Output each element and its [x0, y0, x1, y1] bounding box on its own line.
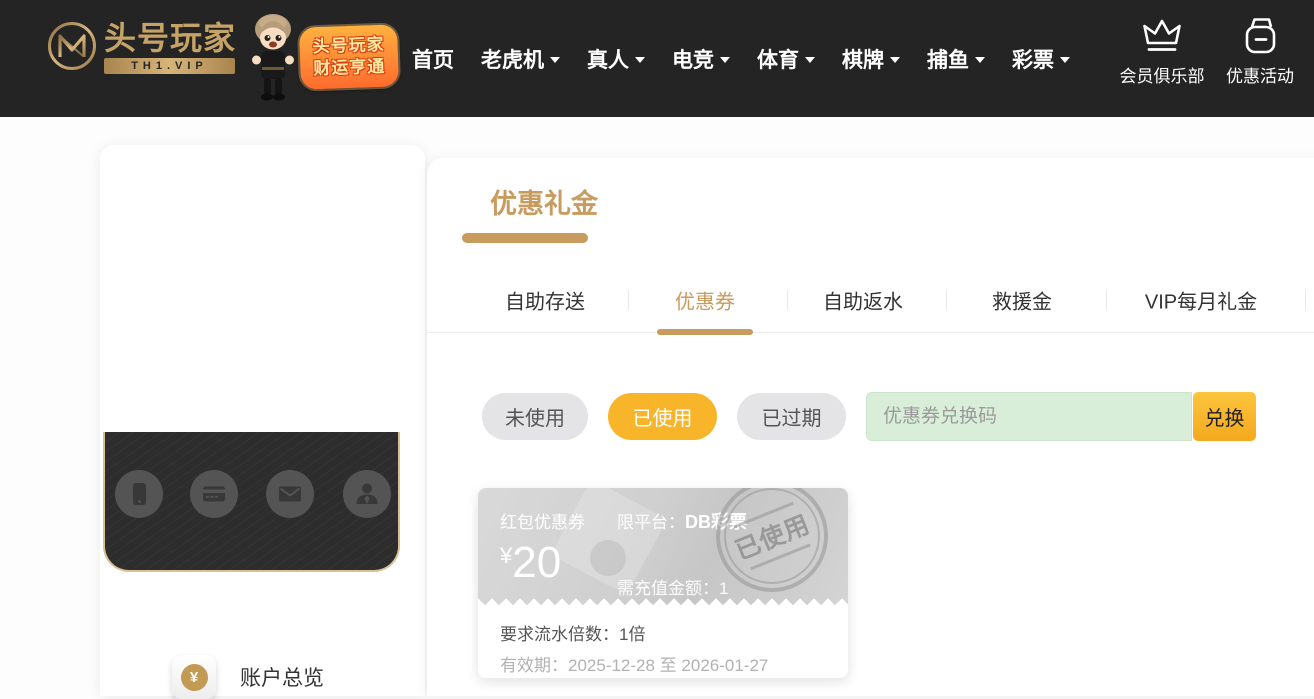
chevron-down-icon	[805, 56, 815, 63]
brand-emblem-icon	[48, 22, 96, 70]
bank-card-icon[interactable]	[190, 470, 238, 518]
brand-logo[interactable]: 头号玩家 TH1.VIP	[104, 21, 235, 74]
red-envelope-icon	[1239, 13, 1281, 57]
filter-unused-button[interactable]: 未使用	[482, 393, 588, 440]
chevron-down-icon	[890, 56, 900, 63]
tab-self-deposit[interactable]: 自助存送	[505, 286, 585, 315]
brand-title: 头号玩家	[104, 20, 237, 56]
mail-icon[interactable]	[266, 470, 314, 518]
menu-item-slots[interactable]: 老虎机	[481, 44, 560, 74]
chevron-down-icon	[550, 56, 560, 63]
top-navbar: 头号玩家 TH1.VIP 头号玩家 财运亨通 首页 老虎机 真人 电竞 体育 棋…	[0, 0, 1314, 117]
chevron-down-icon	[975, 56, 985, 63]
coupon-name: 红包优惠券	[500, 513, 585, 532]
brand-domain-bar: TH1.VIP	[104, 58, 235, 74]
tab-bar: 自助存送 优惠券 自助返水 救援金 VIP每月礼金	[427, 268, 1314, 335]
tab-vip-monthly-gift[interactable]: VIP每月礼金	[1145, 286, 1257, 315]
page-title: 优惠礼金	[490, 189, 598, 219]
profile-icon[interactable]	[343, 470, 391, 518]
promotions-panel: 优惠礼金 自助存送 优惠券 自助返水 救援金 VIP每月礼金 未使用 已使用 已…	[427, 158, 1314, 696]
mascot-avatar	[252, 14, 294, 101]
badge-line2: 财运亨通	[313, 56, 386, 79]
filter-expired-button[interactable]: 已过期	[737, 393, 846, 440]
sidebar: ¥ 账户总览	[100, 145, 425, 699]
menu-item-fishing[interactable]: 捕鱼	[927, 44, 985, 74]
menu-item-home[interactable]: 首页	[412, 44, 454, 74]
stamp-line	[750, 543, 811, 571]
shortcut-vip-club[interactable]: 会员俱乐部	[1114, 13, 1210, 87]
mascot-badge: 头号玩家 财运亨通	[298, 24, 400, 90]
brand-domain: TH1.VIP	[131, 60, 208, 72]
tab-coupons[interactable]: 优惠券	[675, 286, 735, 315]
menu-item-sports[interactable]: 体育	[757, 44, 815, 74]
currency-symbol: ¥	[500, 543, 513, 568]
validity-period: 有效期：2025-12-28 至 2026-01-27	[500, 656, 769, 675]
tab-separator	[1305, 290, 1306, 310]
title-accent-bar	[462, 233, 588, 243]
menu-item-live[interactable]: 真人	[587, 44, 645, 74]
yuan-symbol: ¥	[180, 663, 208, 691]
tab-separator	[787, 290, 788, 310]
menu-item-chess[interactable]: 棋牌	[842, 44, 900, 74]
badge-line1: 头号玩家	[312, 34, 385, 57]
coupon-header: 红包优惠券 限平台：DB彩票 ¥20 需充值金额：1 已使用	[478, 488, 848, 609]
active-tab-indicator	[657, 329, 753, 335]
coupon-code-input[interactable]	[866, 392, 1192, 441]
shortcut-promotions[interactable]: 优惠活动	[1212, 13, 1308, 87]
yuan-coin-icon: ¥	[172, 655, 216, 699]
tab-separator	[628, 290, 629, 310]
turnover-requirement: 要求流水倍数：1倍	[500, 625, 646, 644]
main-menu: 首页 老虎机 真人 电竞 体育 棋牌 捕鱼 彩票	[412, 0, 1070, 117]
chevron-down-icon	[720, 56, 730, 63]
filter-used-button[interactable]: 已使用	[608, 393, 717, 440]
crown-icon	[1140, 13, 1184, 57]
sidebar-item-account-overview[interactable]: ¥ 账户总览	[100, 655, 425, 699]
amount-value: 20	[512, 538, 562, 587]
platform-label: 限平台：	[617, 513, 685, 532]
tab-separator	[946, 290, 947, 310]
coupon-details: 要求流水倍数：1倍 有效期：2025-12-28 至 2026-01-27	[478, 608, 848, 678]
decor-dot	[590, 540, 626, 576]
coupon-card: 红包优惠券 限平台：DB彩票 ¥20 需充值金额：1 已使用 要求流水倍数：1倍…	[478, 488, 848, 678]
coupon-amount: ¥20	[500, 538, 561, 588]
tab-rescue-fund[interactable]: 救援金	[992, 286, 1052, 315]
sidebar-item-label: 账户总览	[240, 667, 324, 690]
chevron-down-icon	[1060, 56, 1070, 63]
redeem-button[interactable]: 兑换	[1193, 392, 1256, 441]
shortcut-label: 优惠活动	[1226, 67, 1294, 86]
vip-banner-card	[103, 432, 400, 572]
tab-self-rebate[interactable]: 自助返水	[823, 286, 903, 315]
menu-item-esports[interactable]: 电竞	[672, 44, 730, 74]
stamp-text: 已使用	[731, 510, 815, 566]
menu-item-lottery[interactable]: 彩票	[1012, 44, 1070, 74]
chevron-down-icon	[635, 56, 645, 63]
mobile-icon[interactable]	[115, 470, 163, 518]
stamp-line	[733, 501, 794, 529]
coupon-zigzag-edge	[478, 595, 848, 608]
coupon-filter-row: 未使用 已使用 已过期 兑换	[427, 392, 1314, 441]
shortcut-label: 会员俱乐部	[1119, 67, 1205, 86]
tab-separator	[1106, 290, 1107, 310]
